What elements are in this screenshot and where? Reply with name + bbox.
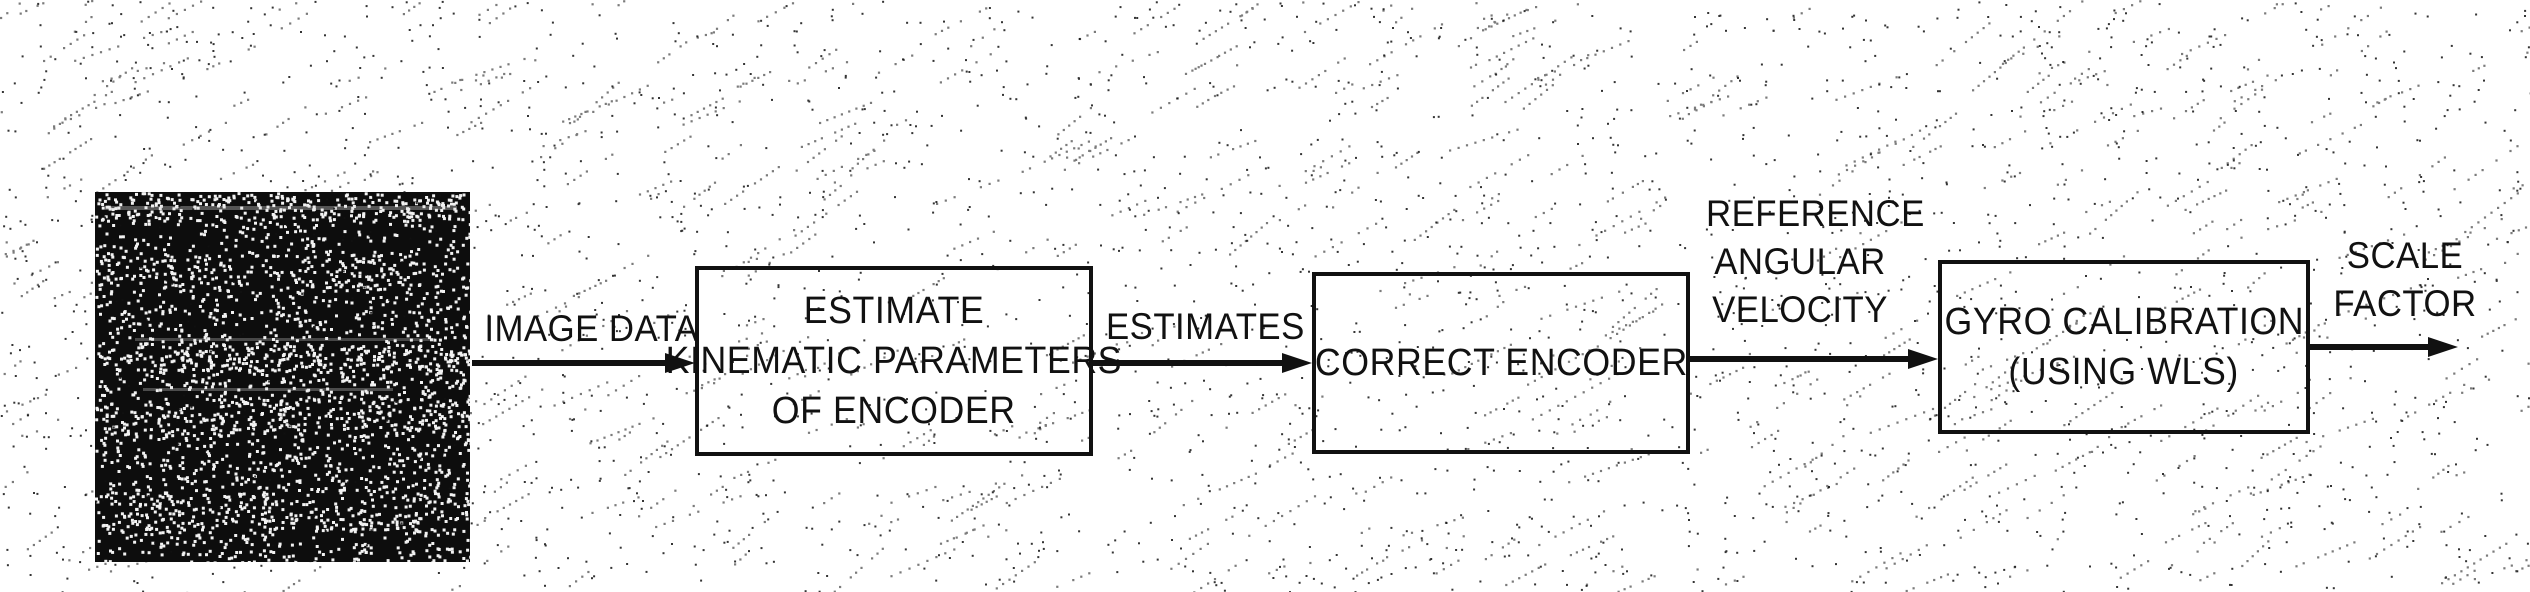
edge-label-line: IMAGE DATA bbox=[484, 308, 699, 349]
encoder-photograph-content bbox=[95, 192, 470, 562]
process-box-correct-encoder[interactable]: CORRECT ENCODER bbox=[1312, 272, 1690, 454]
block-diagram-canvas: ESTIMATE KINEMATIC PARAMETERS OF ENCODER… bbox=[0, 0, 2530, 592]
process-box-line: OF ENCODER bbox=[772, 390, 1016, 433]
encoder-photograph bbox=[95, 192, 470, 562]
edge-label-line: ESTIMATES bbox=[1106, 306, 1305, 347]
process-box-estimate-kinematic-parameters[interactable]: ESTIMATE KINEMATIC PARAMETERS OF ENCODER bbox=[666, 266, 1122, 456]
arrow-gyro-to-output bbox=[2310, 336, 2458, 358]
process-box-line: GYRO CALIBRATION bbox=[1944, 300, 2304, 343]
arrow-estimate-to-correct bbox=[1093, 352, 1312, 374]
process-box-line: (USING WLS) bbox=[2008, 351, 2240, 393]
arrow-correct-to-gyro bbox=[1690, 348, 1938, 370]
arrow-photo-to-estimate bbox=[472, 352, 695, 374]
process-box-gyro-calibration[interactable]: GYRO CALIBRATION (USING WLS) bbox=[1938, 260, 2310, 434]
edge-label-image-data: IMAGE DATA bbox=[484, 305, 699, 353]
edge-label-estimates: ESTIMATES bbox=[1106, 303, 1305, 351]
edge-label-line: SCALE bbox=[2346, 235, 2464, 276]
edge-label-line: REFERENCE bbox=[1706, 193, 1925, 234]
edge-label-line: FACTOR bbox=[2333, 283, 2477, 325]
process-box-line: ESTIMATE bbox=[803, 289, 985, 332]
edge-label-scale-factor: SCALE FACTOR bbox=[2325, 232, 2485, 328]
edge-label-reference-angular-velocity: REFERENCE ANGULAR VELOCITY bbox=[1706, 190, 1925, 334]
edge-label-line: ANGULAR bbox=[1714, 241, 1886, 283]
process-box-line: CORRECT ENCODER bbox=[1314, 341, 1688, 384]
process-box-line: KINEMATIC PARAMETERS bbox=[665, 339, 1123, 382]
edge-label-line: VELOCITY bbox=[1712, 289, 1888, 331]
